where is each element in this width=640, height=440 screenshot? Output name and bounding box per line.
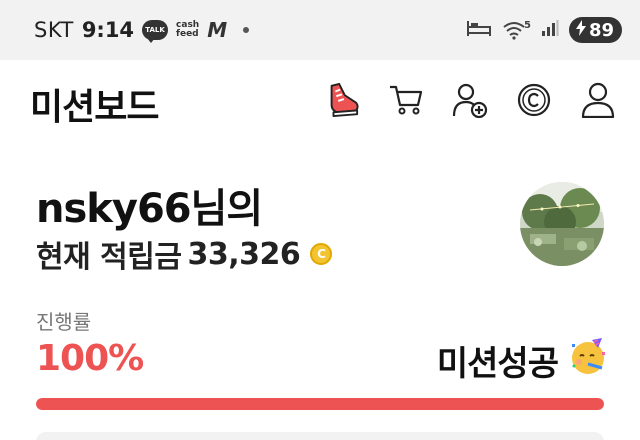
add-friend-icon[interactable] (452, 80, 488, 120)
charging-bolt-icon (575, 19, 587, 41)
avatar[interactable] (520, 182, 604, 266)
status-left: SKT 9:14 TALK cash feed M (34, 18, 250, 43)
user-greeting: nsky66님의 (36, 186, 263, 232)
battery-level: 89 (588, 19, 614, 41)
m-notification-icon: M (207, 18, 228, 42)
cashfeed-line2: feed (176, 29, 199, 39)
points-value: 33,326 (187, 236, 301, 272)
points-label: 현재 적립금 (36, 240, 182, 275)
status-bar: SKT 9:14 TALK cash feed M 5 89 (0, 0, 640, 60)
wifi-icon: 5 (502, 20, 531, 40)
signal-icon (541, 19, 559, 41)
progress-label: 진행률 (36, 310, 92, 334)
cashfeed-notification-icon: cash feed (176, 21, 199, 39)
party-face-icon (568, 336, 608, 385)
app-header: 미션보드 (0, 60, 640, 140)
header-actions (324, 80, 616, 120)
progress-bar (36, 398, 604, 410)
cart-icon[interactable] (388, 80, 424, 120)
mission-status: 미션성공 (437, 336, 608, 385)
wifi-band-label: 5 (523, 20, 531, 31)
bed-mode-icon (466, 19, 492, 41)
progress-percent: 100% (36, 338, 144, 379)
kakaotalk-notification-icon: TALK (142, 20, 169, 43)
mission-list-panel (36, 432, 604, 440)
more-notifications-dot-icon (243, 27, 250, 33)
battery-indicator: 89 (568, 17, 622, 43)
carrier-label: SKT (34, 18, 74, 42)
page-title: 미션보드 (30, 87, 159, 128)
profile-icon[interactable] (580, 80, 616, 120)
coin-badge-icon: C (310, 243, 333, 265)
coin-icon[interactable] (516, 80, 552, 120)
mission-status-text: 미션성공 (436, 344, 559, 384)
points-summary: 현재 적립금 33,326 C (36, 232, 333, 276)
progress-bar-fill (36, 398, 604, 410)
status-right: 5 89 (466, 17, 622, 43)
sneaker-icon[interactable] (324, 80, 360, 120)
clock: 9:14 (81, 18, 135, 42)
